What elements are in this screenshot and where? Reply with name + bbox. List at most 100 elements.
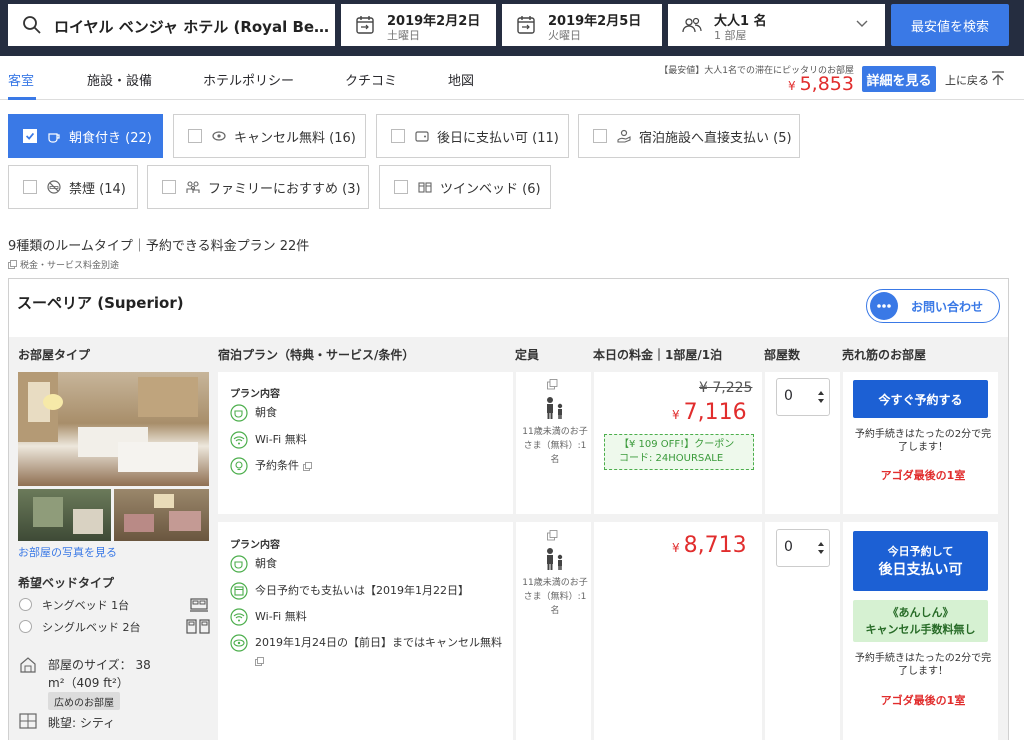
plan-1-last-room: アゴダ最後の1室 bbox=[880, 469, 966, 482]
filter-free-cancel[interactable]: キャンセル無料 (16) bbox=[173, 114, 366, 158]
plan-2-heading: プラン内容 bbox=[230, 540, 280, 551]
breakfast-icon bbox=[230, 404, 248, 422]
checkbox[interactable] bbox=[188, 129, 202, 143]
filter-label: ファミリーにおすすめ (3) bbox=[208, 181, 361, 197]
tax-info-icon bbox=[8, 260, 17, 269]
breakfast-icon bbox=[48, 133, 60, 143]
people-icon bbox=[682, 17, 702, 33]
tab-policy[interactable]: ホテルポリシー bbox=[203, 70, 294, 89]
filter-family[interactable]: ファミリーにおすすめ (3) bbox=[147, 165, 369, 209]
col-rooms: 部屋数 bbox=[764, 348, 801, 362]
filter-pay-later[interactable]: 後日に支払い可 (11) bbox=[376, 114, 569, 158]
plan-1-feature-conditions[interactable]: 予約条件 bbox=[255, 457, 312, 475]
external-link-icon bbox=[255, 656, 264, 666]
hotel-name: ロイヤル ベンジャ ホテル (Royal Be… bbox=[54, 18, 330, 36]
filter-pay-at-property[interactable]: 宿泊施設へ直接支払い (5) bbox=[578, 114, 800, 158]
guests-dropdown[interactable]: 大人1 名 1 部屋 bbox=[668, 4, 885, 46]
breakfast-icon bbox=[230, 555, 248, 573]
room-photos-link[interactable]: お部屋の写真を見る bbox=[18, 544, 117, 560]
details-button[interactable]: 詳細を見る bbox=[862, 66, 936, 92]
search-bar: ロイヤル ベンジャ ホテル (Royal Be… 2019年2月2日 土曜日 2… bbox=[0, 0, 1024, 56]
plan-2-room-select[interactable]: 0 bbox=[776, 529, 830, 567]
plan-2-last-room: アゴダ最後の1室 bbox=[880, 694, 966, 707]
checkout-field[interactable]: 2019年2月5日 火曜日 bbox=[502, 4, 662, 46]
plan-1-original-price: ¥ 7,225 bbox=[699, 380, 753, 396]
tab-reviews[interactable]: クチコミ bbox=[345, 70, 397, 89]
checkin-day: 土曜日 bbox=[387, 29, 420, 42]
checkbox[interactable] bbox=[162, 180, 176, 194]
bed-option-single-radio[interactable] bbox=[19, 620, 32, 633]
plan-2-book-line-2: 後日支払い可 bbox=[878, 561, 963, 578]
occupancy-info-icon bbox=[547, 530, 558, 541]
lowest-price: ¥5,853 bbox=[788, 73, 854, 95]
checkin-field[interactable]: 2019年2月2日 土曜日 bbox=[341, 4, 496, 46]
checkbox-checked[interactable] bbox=[23, 129, 37, 143]
coupon-line-1: 【¥ 109 OFF!】クーポン bbox=[619, 439, 735, 450]
plan-1-coupon: 【¥ 109 OFF!】クーポン コード: 24HOURSALE bbox=[604, 434, 754, 470]
twin-bed-icon bbox=[418, 182, 432, 193]
checkbox[interactable] bbox=[391, 129, 405, 143]
room-title: スーペリア (Superior) bbox=[17, 294, 184, 312]
bed-option-single-label: シングルベッド 2台 bbox=[42, 621, 141, 634]
plan-1-room-select[interactable]: 0 bbox=[776, 378, 830, 416]
calendar-checkin-icon bbox=[356, 16, 374, 34]
arrow-up-icon[interactable] bbox=[990, 70, 1006, 86]
hotel-search-field[interactable]: ロイヤル ベンジャ ホテル (Royal Be… bbox=[8, 4, 335, 46]
external-link-icon bbox=[302, 461, 312, 471]
bed-type-title: 希望ベッドタイプ bbox=[18, 576, 115, 590]
currency-symbol: ¥ bbox=[672, 408, 680, 422]
room-photo-3[interactable] bbox=[114, 489, 209, 541]
plan-2-cancel-label: 2019年1月24日の【前日】まではキャンセル無料 bbox=[255, 636, 502, 649]
bed-option-king-radio[interactable] bbox=[19, 598, 32, 611]
col-popular: 売れ筋のお部屋 bbox=[842, 348, 927, 362]
back-to-top-link[interactable]: 上に戻る bbox=[945, 72, 989, 88]
calendar-pay-icon bbox=[230, 582, 248, 600]
tab-facilities[interactable]: 施設・設備 bbox=[87, 70, 152, 89]
king-bed-icon bbox=[190, 598, 208, 612]
room-count-summary: 9種類のルームタイプ｜予約できる料金プラン 22件 bbox=[8, 239, 310, 254]
filter-non-smoking[interactable]: 禁煙 (14) bbox=[8, 165, 138, 209]
plan-1-occupancy-note: 11歳未満のお子さま（無料）:1名 bbox=[522, 427, 588, 465]
family-icon bbox=[186, 181, 200, 193]
wide-room-badge: 広めのお部屋 bbox=[48, 692, 120, 710]
tab-map[interactable]: 地図 bbox=[448, 70, 474, 89]
plan-2-book-button[interactable]: 今日予約して 後日支払い可 bbox=[853, 531, 988, 591]
checkbox[interactable] bbox=[394, 180, 408, 194]
coupon-line-2: コード: 24HOURSALE bbox=[619, 453, 724, 464]
chat-icon bbox=[870, 292, 898, 320]
filter-label: 禁煙 (14) bbox=[69, 181, 126, 197]
plan-1-price: ¥7,116 bbox=[672, 400, 747, 425]
cancel-free-icon bbox=[230, 634, 248, 652]
checkbox[interactable] bbox=[593, 129, 607, 143]
wallet-icon bbox=[415, 131, 429, 142]
plan-1-feature-wifi: Wi-Fi 無料 bbox=[255, 433, 307, 446]
room-photo-2[interactable] bbox=[18, 489, 111, 541]
plan-1-book-label: 今すぐ予約する bbox=[878, 392, 963, 407]
single-beds-icon bbox=[186, 619, 210, 634]
adult-child-icon bbox=[547, 548, 563, 570]
plan-2-feature-cancel[interactable]: 2019年1月24日の【前日】まではキャンセル無料 bbox=[255, 634, 507, 670]
tax-note: 税金・サービス料金別途 bbox=[8, 258, 119, 271]
bed-option-king-label: キングベッド 1台 bbox=[42, 599, 130, 612]
filter-breakfast[interactable]: 朝食付き (22) bbox=[8, 114, 163, 158]
tab-rooms[interactable]: 客室 bbox=[8, 70, 34, 89]
plan-1-book-button[interactable]: 今すぐ予約する bbox=[853, 380, 988, 418]
search-icon bbox=[23, 16, 41, 34]
plan-2-room-select-value: 0 bbox=[784, 539, 793, 555]
filter-label: 後日に支払い可 (11) bbox=[437, 130, 559, 146]
filter-twin-bed[interactable]: ツインベッド (6) bbox=[379, 165, 551, 209]
room-photo-main[interactable] bbox=[18, 372, 209, 486]
plan-1-room-select-value: 0 bbox=[784, 388, 793, 404]
room-size: 部屋のサイズ： 38 m²（409 ft²） bbox=[48, 658, 151, 690]
plan-2-price-value: 8,713 bbox=[683, 533, 747, 558]
tax-note-text: 税金・サービス料金別途 bbox=[20, 261, 120, 271]
checkbox[interactable] bbox=[23, 180, 37, 194]
col-capacity: 定員 bbox=[515, 348, 540, 362]
contact-button[interactable]: お問い合わせ bbox=[866, 289, 1000, 323]
contact-label: お問い合わせ bbox=[911, 300, 984, 314]
relief-line-1: 《あんしん》 bbox=[887, 606, 954, 619]
plan-2-feature-breakfast: 朝食 bbox=[255, 557, 277, 570]
search-button[interactable]: 最安値を検索 bbox=[891, 4, 1009, 46]
plan-2-price: ¥8,713 bbox=[672, 533, 747, 558]
plan-1-heading: プラン内容 bbox=[230, 389, 280, 400]
